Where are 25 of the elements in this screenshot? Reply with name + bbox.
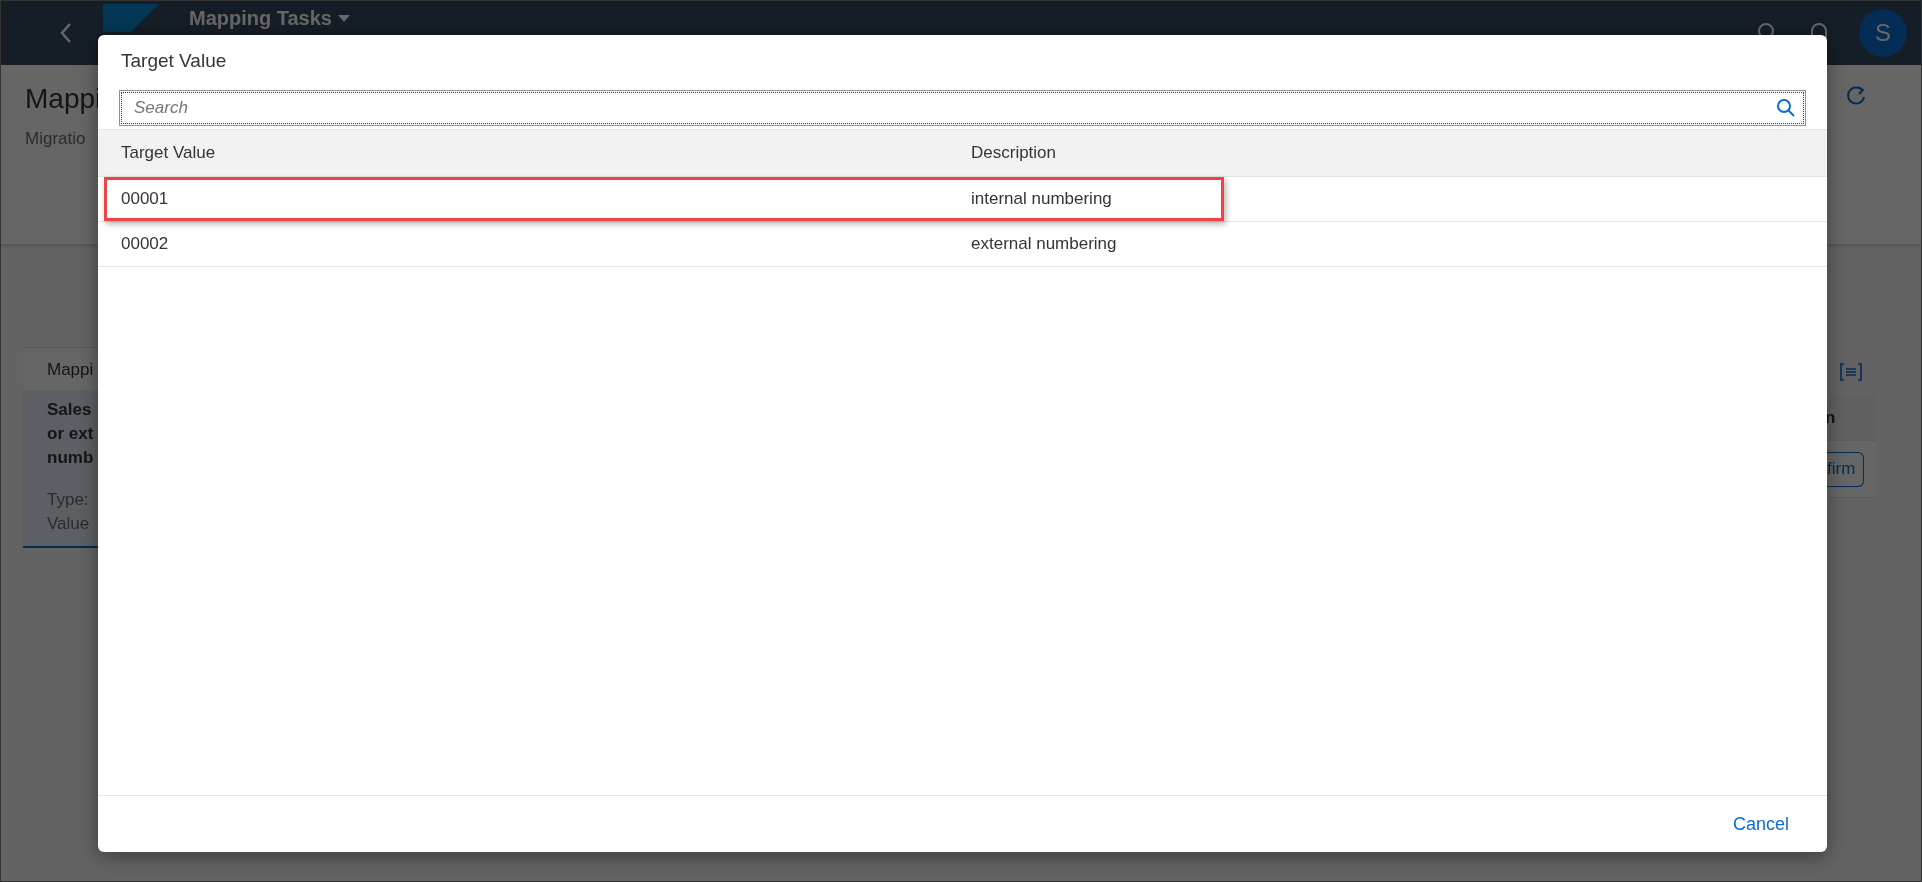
logo-icon	[103, 4, 159, 32]
column-header: Target Value	[121, 143, 217, 163]
search-field[interactable]: Search	[121, 92, 1804, 124]
table-cell-text: 00002	[121, 234, 170, 254]
card-tab[interactable]: Mappi	[23, 348, 98, 390]
shell-title[interactable]: Mapping Tasks	[189, 7, 350, 30]
page-subtitle: Migratio	[25, 129, 87, 149]
cancel-button[interactable]: Cancel	[1724, 809, 1797, 839]
refresh-icon[interactable]	[1845, 85, 1867, 107]
dialog-title: Target Value	[120, 49, 228, 73]
task-title: or ext	[47, 424, 95, 444]
table-cell-text: external numbering	[971, 234, 1118, 254]
caret-icon[interactable]	[338, 14, 350, 23]
list-icon[interactable]	[1839, 362, 1863, 382]
table-row[interactable]: 00001 internal numbering	[98, 177, 1827, 222]
confirm-button[interactable]: firm	[1825, 451, 1865, 487]
table-cell-text: internal numbering	[971, 189, 1113, 209]
back-icon[interactable]	[59, 22, 73, 44]
table-cell-text: 00001	[121, 189, 170, 209]
page-title: Mappi	[25, 83, 98, 115]
task-title: Sales	[47, 400, 93, 420]
table-row[interactable]: 00002 external numbering	[98, 222, 1827, 267]
task-title: numb	[47, 448, 95, 468]
user-avatar[interactable]: S	[1859, 9, 1907, 57]
column-header: Description	[971, 143, 1058, 163]
